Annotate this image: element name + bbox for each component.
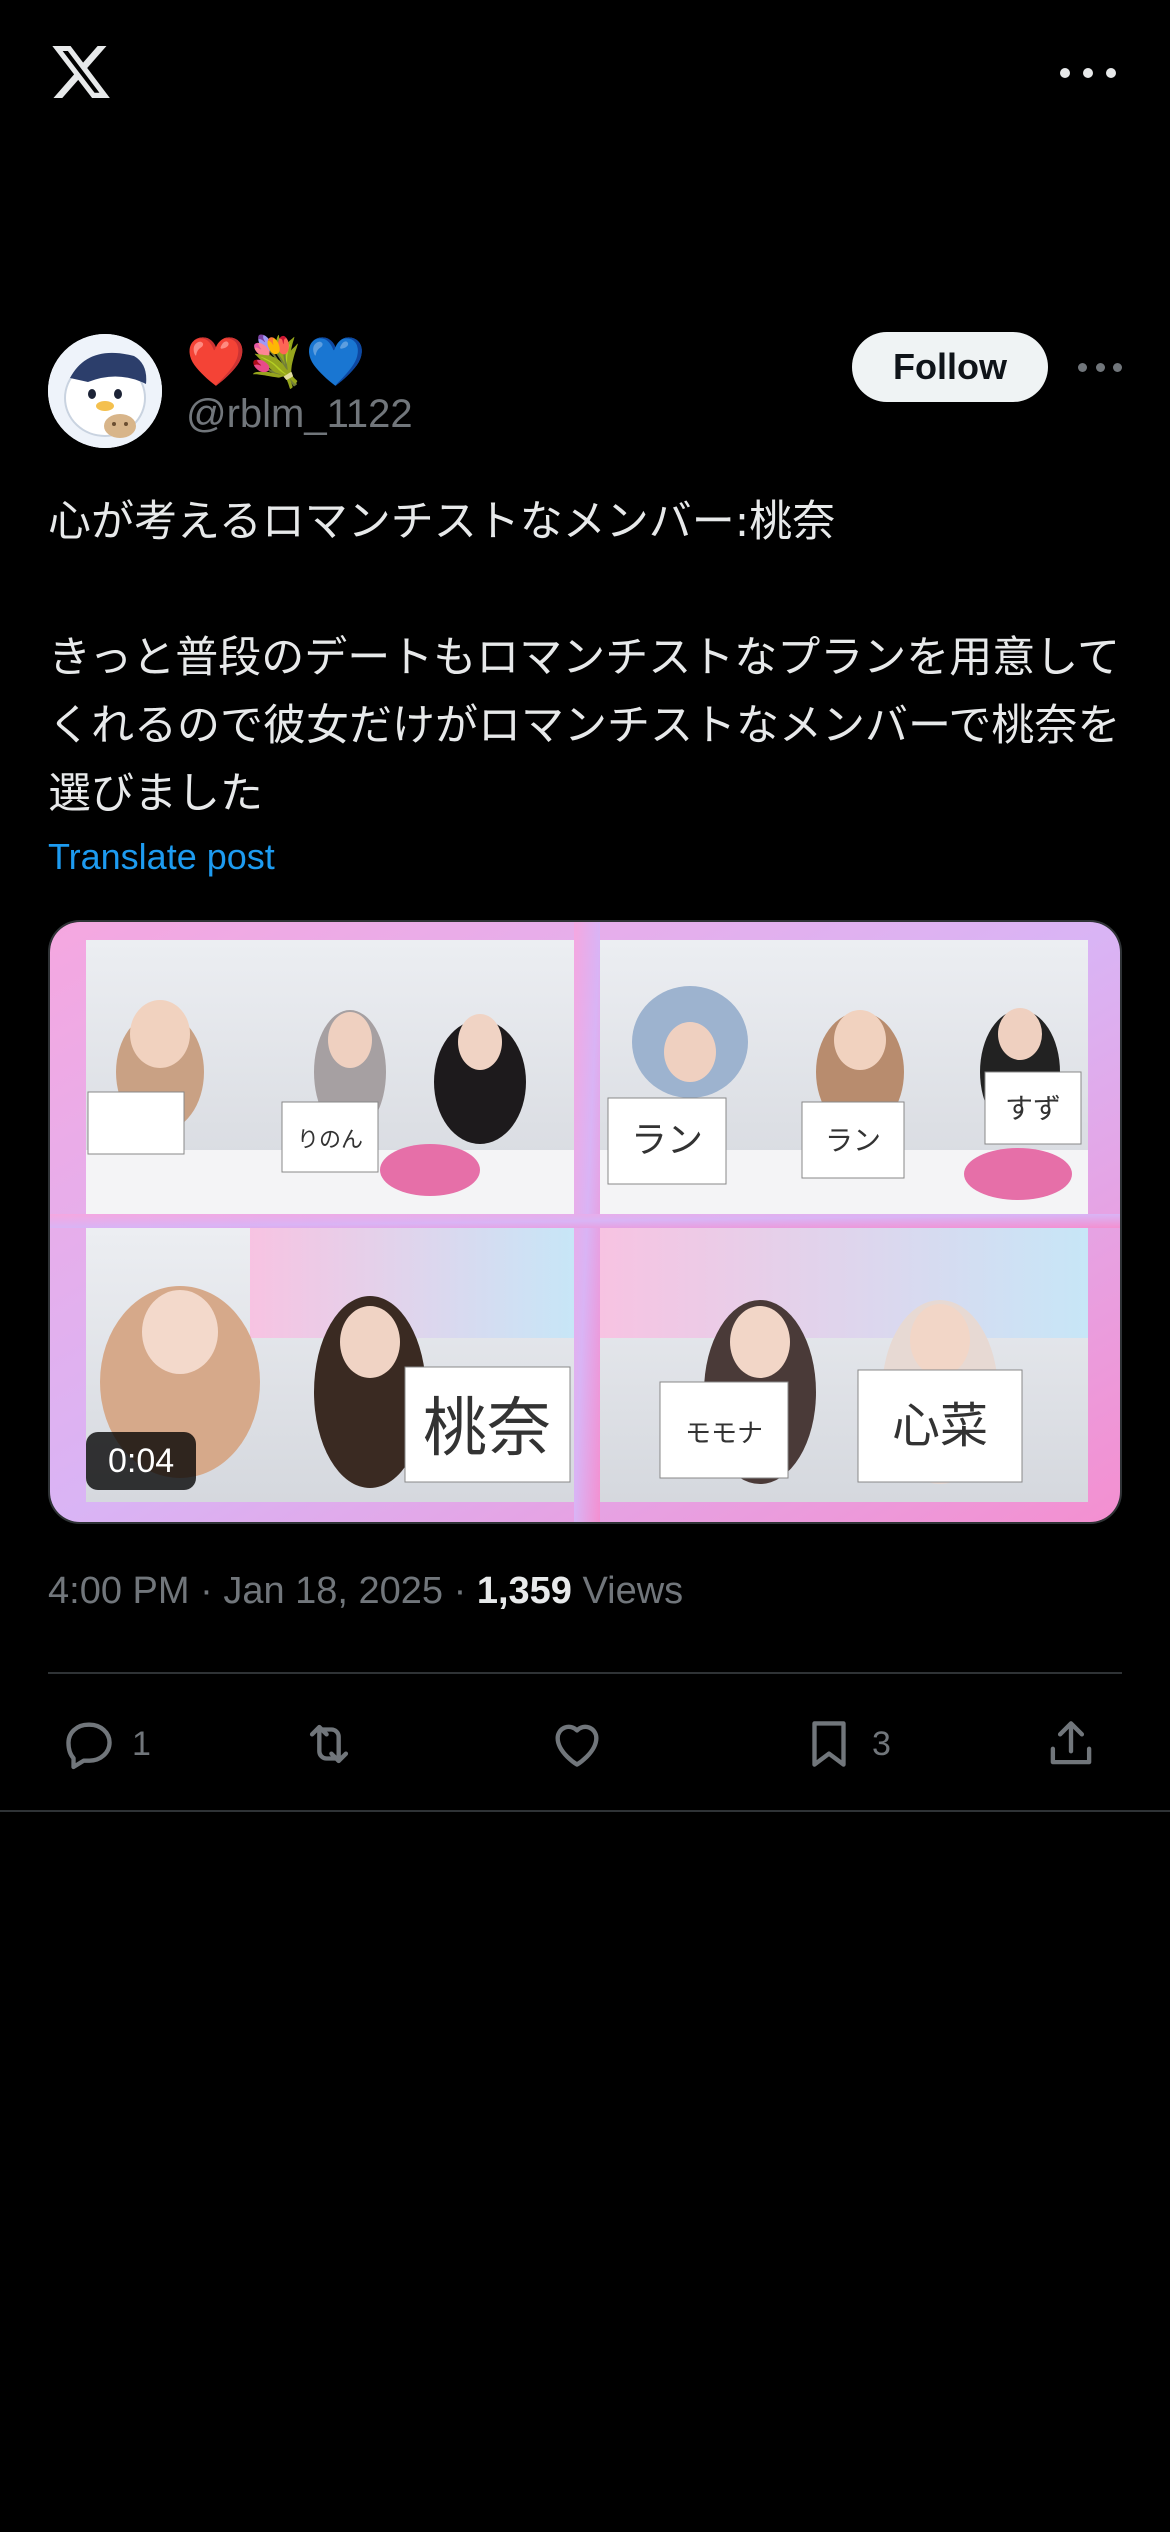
video-duration: 0:04 bbox=[86, 1432, 197, 1490]
share-button[interactable] bbox=[1042, 1708, 1100, 1780]
divider bbox=[48, 1672, 1122, 1674]
follow-button[interactable]: Follow bbox=[852, 332, 1048, 402]
meta-separator: · bbox=[200, 1570, 213, 1612]
meta-separator: · bbox=[453, 1570, 467, 1612]
repost-button[interactable] bbox=[300, 1708, 372, 1780]
bookmark-button[interactable]: 3 bbox=[800, 1708, 891, 1780]
bookmark-icon bbox=[812, 1721, 846, 1767]
video-thumbnail: りのん ラン ラン すず 桃奈 モモナ 心菜 bbox=[50, 922, 1120, 1522]
reply-icon bbox=[66, 1722, 112, 1770]
post-text: 心が考えるロマンチストなメンバー:桃奈 きっと普段のデートもロマンチストなプラン… bbox=[48, 497, 1121, 819]
card-label: モモナ bbox=[685, 1419, 763, 1449]
card-label: ラン bbox=[825, 1124, 881, 1157]
action-bar: 1 3 bbox=[48, 1708, 1122, 1780]
views-count: 1,359 bbox=[476, 1570, 572, 1612]
display-name-emoji: ❤️💐💙 bbox=[186, 334, 366, 390]
reply-count: 1 bbox=[132, 1724, 151, 1763]
x-logo-icon[interactable] bbox=[48, 40, 114, 104]
post-metadata: 4:00 PM · Jan 18, 2025 · 1,359 Views bbox=[48, 1570, 683, 1613]
video-media[interactable]: りのん ラン ラン すず 桃奈 モモナ 心菜 0:04 bbox=[48, 920, 1122, 1524]
translate-post-link[interactable]: Translate post bbox=[48, 836, 275, 878]
card-label: すず bbox=[1005, 1092, 1061, 1125]
repost-icon bbox=[309, 1724, 349, 1764]
post-time: 4:00 PM bbox=[48, 1570, 190, 1612]
card-label: 桃奈 bbox=[423, 1392, 551, 1466]
card-label: ラン bbox=[631, 1120, 703, 1161]
display-name[interactable]: ❤️💐💙 bbox=[186, 334, 365, 390]
reply-button[interactable]: 1 bbox=[60, 1708, 151, 1780]
card-label: 心菜 bbox=[892, 1398, 988, 1454]
post-more-icon[interactable] bbox=[1078, 356, 1122, 378]
top-bar bbox=[0, 0, 1170, 150]
avatar-character-icon bbox=[48, 334, 162, 448]
heart-icon bbox=[555, 1724, 599, 1767]
author-row: ❤️💐💙 @rblm_1122 Follow bbox=[48, 330, 1122, 450]
post-date: Jan 18, 2025 bbox=[223, 1570, 444, 1612]
more-options-icon[interactable] bbox=[1060, 58, 1116, 88]
user-handle[interactable]: @rblm_1122 bbox=[186, 392, 413, 437]
divider bbox=[0, 1810, 1170, 1812]
avatar[interactable] bbox=[48, 334, 162, 448]
card-label: りのん bbox=[297, 1128, 363, 1153]
like-button[interactable] bbox=[548, 1708, 620, 1780]
share-icon bbox=[1050, 1721, 1092, 1765]
bookmark-count: 3 bbox=[872, 1724, 891, 1763]
views-label: Views bbox=[582, 1570, 684, 1612]
